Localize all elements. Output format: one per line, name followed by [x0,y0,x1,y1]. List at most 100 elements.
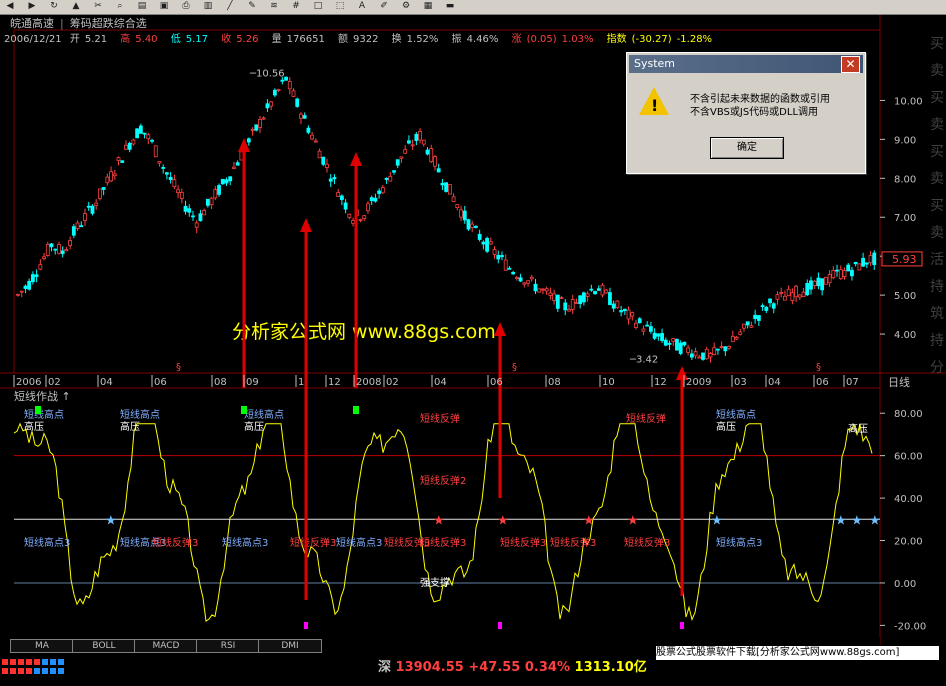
quote-low: 低 5.17 [171,34,213,45]
quote-change: 涨 (0.05) 1.03% [512,34,599,45]
candle-body [220,179,225,185]
tool-icon[interactable]: ✂ [92,1,104,12]
candle-body [34,274,39,277]
candle-body [135,128,140,139]
ad-banner[interactable]: 股票公式股票软件下载[分析家公式网www.88gs.com] [655,645,940,661]
candle-body [768,298,772,304]
text-icon[interactable]: A [356,1,368,12]
forward-icon[interactable]: ▶ [26,1,38,12]
toolbar: ◀ ▶ ↻ ▲ ✂ ⌕ ▤ ▣ ⎙ ▥ ╱ ✎ ≋ # □ ⬚ A ✐ ⚙ ▦ ▬ [0,0,946,15]
index-value: 13904.55 [395,660,464,675]
watermark-text: 分析家公式网 www.88gs.com [232,321,496,343]
candle-body [507,267,512,270]
candle-body [343,202,348,210]
index-pct: -1.28% [676,34,713,45]
candle-body [794,285,798,298]
print-icon[interactable]: ⎙ [180,1,192,12]
window-icon[interactable]: ▣ [158,1,170,12]
candle-body [30,274,35,283]
candle-body [872,252,877,266]
candle-body [641,328,646,332]
candle-body [459,209,463,218]
dialog-titlebar[interactable]: System ✕ [629,55,863,73]
pressure-label: 高压 [120,420,140,433]
candle-body [205,198,210,206]
tool2-icon[interactable]: ⚙ [400,1,412,12]
candle-body [224,179,229,184]
tab-boll[interactable]: BOLL [72,639,136,653]
side-label: 卖 [930,63,944,79]
draw-icon[interactable]: ✎ [246,1,258,12]
candle-body [116,157,121,161]
candle-body [410,144,415,147]
candle-body [555,294,560,309]
quote-date: 2006/12/21 [4,34,62,45]
blue-star: ★ [711,513,723,528]
candle-body [57,244,61,254]
alert-icon[interactable]: ▲ [70,1,82,12]
bars-icon[interactable]: ▥ [202,1,214,12]
candle-body [559,297,564,300]
candle-body [105,176,110,184]
refresh-icon[interactable]: ↻ [48,1,60,12]
candle-body [157,161,162,164]
candle-body [198,213,203,222]
change-label: 涨 [511,34,522,45]
market-index-line: 深 13904.55 +47.55 0.34% 1313.10亿 [378,656,647,675]
tab-dmi[interactable]: DMI [258,639,322,653]
chart-icon[interactable]: ▤ [136,1,148,12]
close-icon[interactable]: ✕ [841,56,860,73]
back-icon[interactable]: ◀ [4,1,16,12]
candle-body [488,241,493,245]
low-label: 低 [170,34,181,45]
zoom-icon[interactable]: ⌕ [114,1,126,12]
short-high-label: 短线高点 [716,408,756,421]
candle-body [649,326,653,332]
candle-body [522,282,527,285]
candle-body [868,255,873,264]
quote-index: 指数 (-30.27) -1.28% [607,34,717,45]
color-icon[interactable]: ▦ [422,1,434,12]
line-icon[interactable]: ╱ [224,1,236,12]
index-change: (-30.27) [631,34,672,45]
candle-body [570,299,575,310]
candle-body [131,139,136,145]
turnover-label: 换 [391,34,402,45]
candle-body [801,291,806,297]
grid-icon[interactable]: # [290,1,302,12]
candle-body [280,79,285,82]
blue-star: ★ [851,513,863,528]
breadth-bar-top [18,659,24,665]
candle-body [64,249,69,252]
candle-body [45,243,50,256]
ok-button[interactable]: 确定 [710,137,784,159]
tab-macd[interactable]: MACD [134,639,198,653]
candle-body [392,170,396,173]
candle-body [756,315,761,321]
square-icon[interactable]: □ [312,1,324,12]
candle-body [146,134,151,140]
green-marker [241,406,247,414]
candle-body [71,226,76,236]
price-tick-label: 9.00 [894,135,916,146]
short-high-label: 短线高点 [244,408,284,421]
side-label: 筑 [930,306,944,322]
pen-icon[interactable]: ✐ [378,1,390,12]
candle-body [109,171,113,182]
save-icon[interactable]: ▬ [444,1,456,12]
pressure-label: 高压 [244,420,264,433]
quote-amplitude: 振 4.46% [452,34,504,45]
candle-body [656,333,661,337]
tab-rsi[interactable]: RSI [196,639,260,653]
amplitude-value: 4.46% [466,34,499,45]
rebound3-label: 短线反弹3 [420,536,466,549]
side-label: 买 [930,144,944,160]
tab-ma[interactable]: MA [10,639,74,653]
candle-body [537,288,542,293]
rebound3-label: 短线反弹3 [550,536,596,549]
candle-body [306,127,311,133]
indicator-icon[interactable]: ≋ [268,1,280,12]
formula-name: 筹码超跌综合选 [69,17,147,30]
select-icon[interactable]: ⬚ [334,1,346,12]
candle-body [187,208,192,213]
